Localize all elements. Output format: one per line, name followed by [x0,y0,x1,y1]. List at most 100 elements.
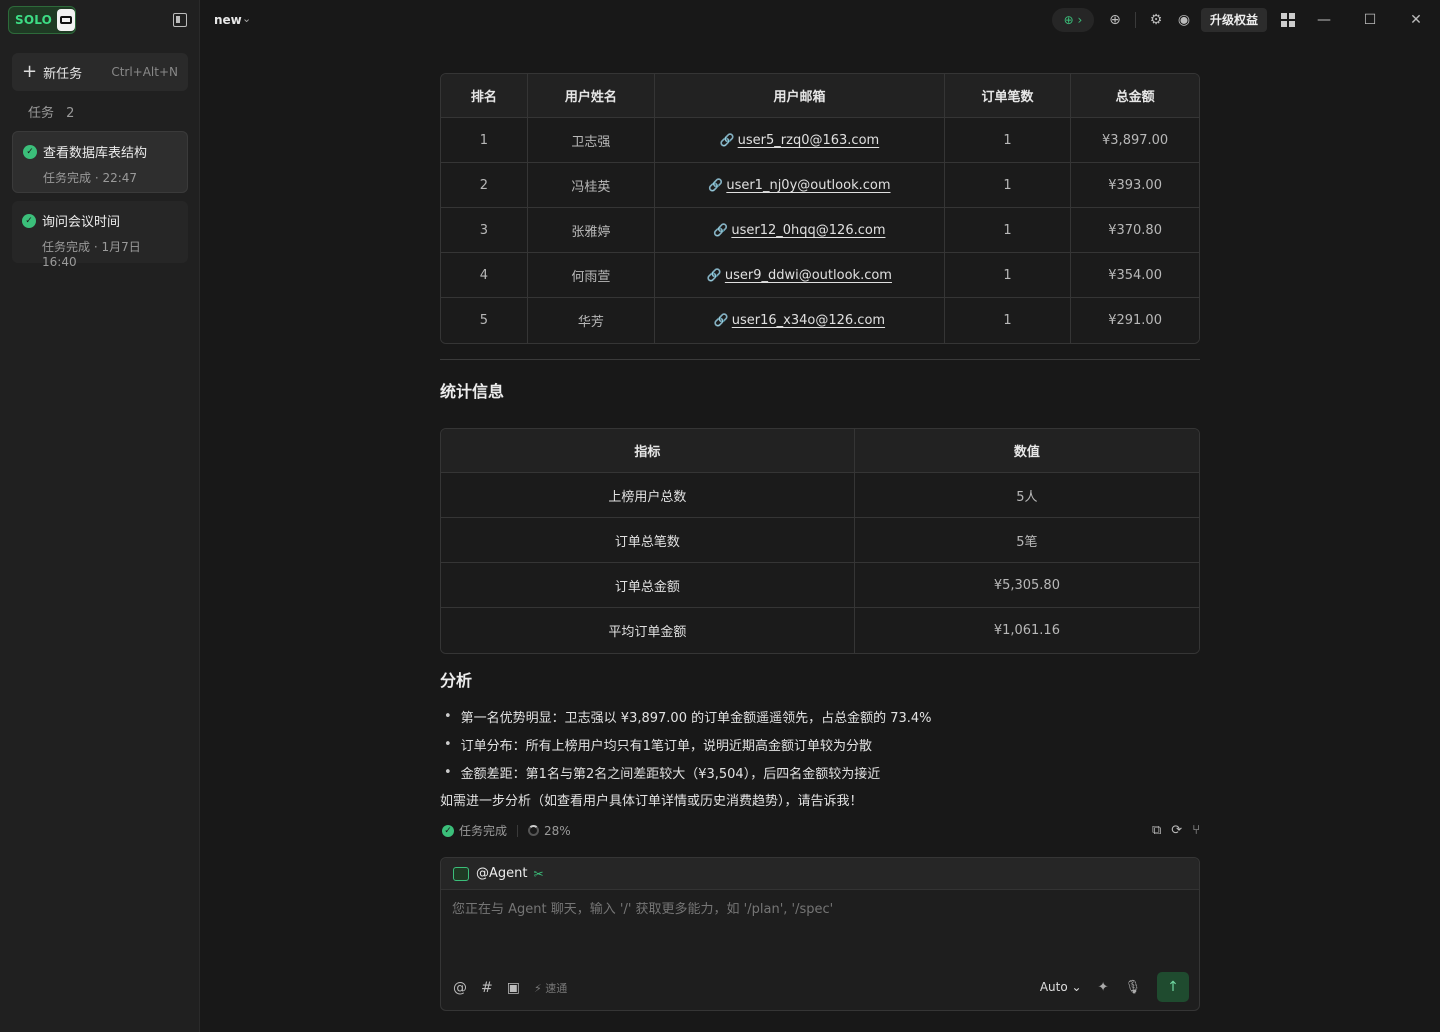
table-row: 平均订单金额 ¥1,061.16 [441,608,1199,653]
tab-name[interactable]: new [214,13,242,27]
order-count-cell: 1 [944,163,1072,208]
speed-toggle[interactable]: ⚡ 速通 [534,980,567,996]
email-link[interactable]: user5_rzq0@163.com [738,133,880,148]
model-select[interactable]: Auto ⌄ [1040,980,1082,994]
column-header: 数值 [854,429,1199,473]
account-icon[interactable]: ◉ [1175,11,1193,29]
metric-cell: 订单总笔数 [441,518,855,563]
metric-cell: 上榜用户总数 [441,473,855,518]
app-logo[interactable]: SOLO [8,6,76,34]
table-row: 5 华芳 🔗 user16_x34o@126.com 1 ¥291.00 [441,298,1199,343]
task-subtitle: 任务完成 · 1月7日 16:40 [42,240,141,269]
task-title: 询问会议时间 [42,215,121,230]
list-item: • 订单分布：所有上榜用户均只有1笔订单，说明近期高金额订单较为分散 [444,736,872,754]
new-task-label: 新任务 [43,66,83,82]
email-link[interactable]: user12_0hqq@126.com [731,223,885,238]
bullet-text: 订单分布：所有上榜用户均只有1笔订单，说明近期高金额订单较为分散 [460,738,872,754]
task-title: 查看数据库表结构 [43,146,148,161]
table-header-row: 指标 数值 [441,429,1199,473]
toolbar-divider [1135,12,1136,28]
task-subtitle: 任务完成 · 22:47 [43,171,138,185]
minimize-icon[interactable]: — [1314,10,1334,30]
check-circle-icon [442,824,454,837]
email-link[interactable]: user16_x34o@126.com [732,313,885,328]
task-section-label: 任务 [28,106,55,121]
table-row: 2 冯桂英 🔗 user1_nj0y@outlook.com 1 ¥393.00 [441,163,1199,208]
message-actions: ⧉ ⟳ ⑂ [1152,823,1200,838]
sidebar-toggle-icon[interactable] [173,13,187,27]
analysis-list: • 第一名优势明显：卫志强以 ¥3,897.00 的订单金额遥遥领先，占总金额的 … [444,702,932,786]
chat-input[interactable] [452,902,1152,917]
branch-icon[interactable]: ⑂ [1192,823,1200,838]
copy-icon[interactable]: ⧉ [1152,823,1161,838]
composer-right-tools: Auto ⌄ ✦ 🎙 ↑ [1040,972,1189,1002]
table-row: 订单总金额 ¥5,305.80 [441,563,1199,608]
table-row: 上榜用户总数 5人 [441,473,1199,518]
link-icon: 🔗 [713,222,729,237]
column-header: 指标 [441,429,855,473]
task-item-1[interactable]: 询问会议时间 任务完成 · 1月7日 16:40 [12,201,188,269]
section-divider [440,359,1200,360]
agent-icon [453,866,469,881]
total-amount-cell: ¥3,897.00 [1071,118,1199,163]
new-task-shortcut: Ctrl+Alt+N [111,65,178,79]
rank-cell: 1 [441,118,528,163]
task-section-header: 任务 2 [28,102,74,121]
rank-cell: 3 [441,208,528,253]
logo-text: SOLO [15,13,53,27]
new-task-button[interactable]: + 新任务 Ctrl+Alt+N [12,53,188,91]
order-count-cell: 1 [944,298,1072,343]
sidebar: SOLO + 新任务 Ctrl+Alt+N 任务 2 查看数据库表结构 任务完成… [0,0,200,1032]
email-link[interactable]: user1_nj0y@outlook.com [726,178,890,193]
email-cell: 🔗 user16_x34o@126.com [655,298,945,343]
name-cell: 何雨萱 [527,253,656,298]
bullet-text: 金额差距：第1名与第2名之间差距较大（¥3,504），后四名金额较为接近 [460,766,881,782]
check-circle-icon [22,213,36,228]
mention-icon[interactable]: @ [453,980,467,996]
ranking-table: 排名 用户姓名 用户邮箱 订单笔数 总金额 1 卫志强 🔗 user5_rzq0@… [440,73,1200,344]
column-header: 排名 [441,74,528,118]
logo-badge-icon [57,9,75,31]
task-count: 2 [66,106,75,121]
link-icon: 🔗 [719,132,735,147]
composer-tools: @ # ▣ ⚡ 速通 [453,980,567,996]
layout-grid-icon[interactable] [1281,13,1295,27]
rank-cell: 5 [441,298,528,343]
upgrade-button[interactable]: 升级权益 [1201,8,1267,32]
value-cell: ¥1,061.16 [854,608,1199,653]
image-icon[interactable]: ▣ [507,980,520,996]
maximize-icon[interactable]: ☐ [1360,10,1380,30]
status-row: 任务完成 28% ⧉ ⟳ ⑂ [442,822,1200,839]
email-link[interactable]: user9_ddwi@outlook.com [725,268,892,283]
list-item: • 金额差距：第1名与第2名之间差距较大（¥3,504），后四名金额较为接近 [444,764,881,782]
tools-icon[interactable]: ✂ [533,867,543,881]
order-count-cell: 1 [944,253,1072,298]
metric-cell: 平均订单金额 [441,608,855,653]
check-circle-icon [23,144,37,159]
task-done-label: 任务完成 [459,824,508,838]
settings-gear-icon[interactable]: ⚙ [1147,11,1165,29]
download-status-icon[interactable]: ⊕ › [1052,8,1094,32]
microphone-icon[interactable]: 🎙 [1124,980,1141,995]
value-cell: 5笔 [854,518,1199,563]
chat-add-icon[interactable]: ⊕ [1106,11,1124,29]
close-icon[interactable]: ✕ [1406,10,1426,30]
hash-icon[interactable]: # [481,980,493,996]
email-cell: 🔗 user1_nj0y@outlook.com [655,163,945,208]
chevron-down-icon[interactable]: ⌄ [242,12,251,25]
agent-mention[interactable]: @Agent [476,866,527,881]
closing-text: 如需进一步分析（如查看用户具体订单详情或历史消费趋势），请告诉我！ [440,794,863,809]
task-item-0[interactable]: 查看数据库表结构 任务完成 · 22:47 [12,131,188,193]
name-cell: 卫志强 [527,118,656,163]
speed-label: 速通 [545,982,568,995]
column-header: 用户姓名 [527,74,656,118]
email-cell: 🔗 user9_ddwi@outlook.com [655,253,945,298]
email-cell: 🔗 user5_rzq0@163.com [655,118,945,163]
regenerate-icon[interactable]: ⟳ [1171,823,1182,838]
send-button[interactable]: ↑ [1157,972,1189,1002]
total-amount-cell: ¥393.00 [1071,163,1199,208]
composer-header: @Agent ✂ [441,858,1199,890]
order-count-cell: 1 [944,118,1072,163]
sparkle-icon[interactable]: ✦ [1098,980,1109,995]
value-cell: 5人 [854,473,1199,518]
